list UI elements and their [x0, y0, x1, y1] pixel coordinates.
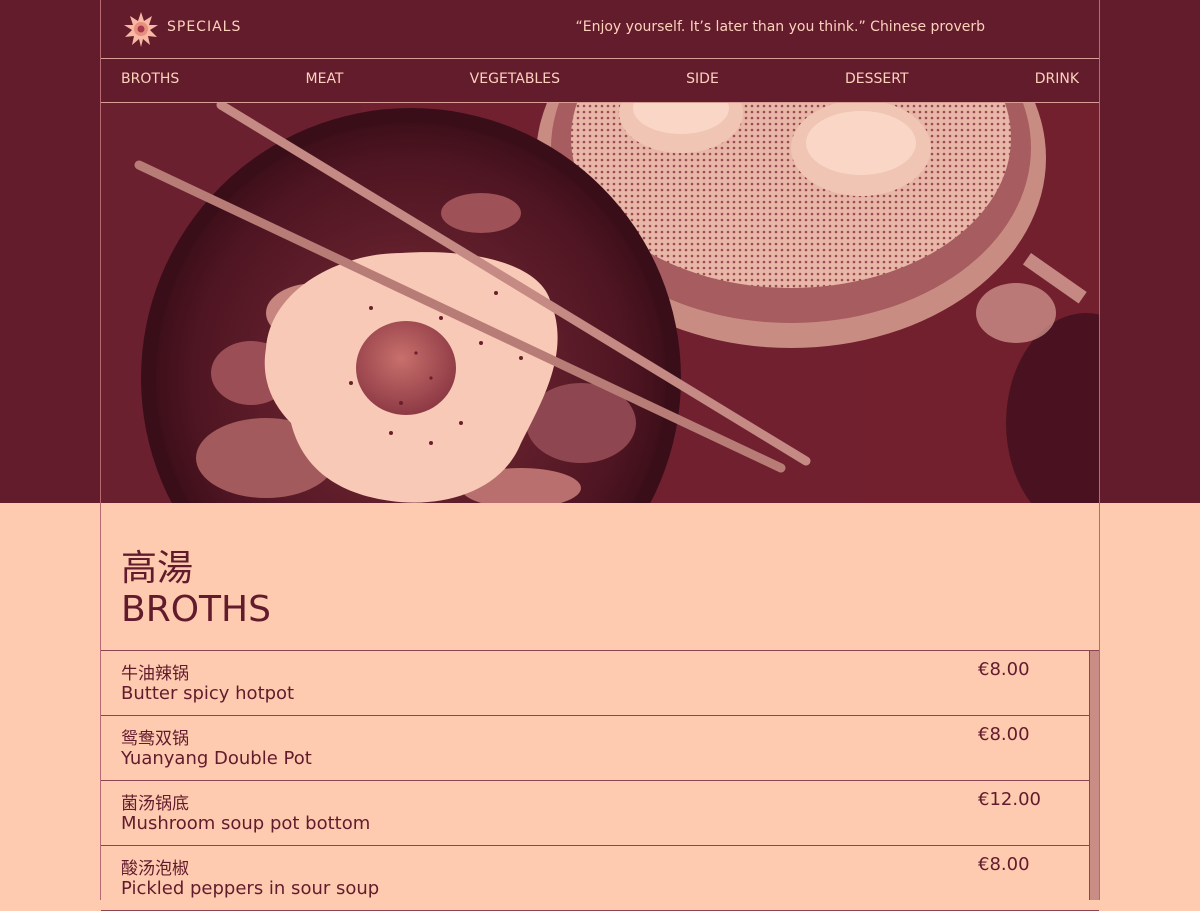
nav-item-broths[interactable]: BROTHS [121, 71, 179, 87]
brand-label[interactable]: SPECIALS [167, 19, 241, 35]
item-price: €8.00 [978, 659, 1030, 680]
nav-item-side[interactable]: SIDE [686, 71, 719, 87]
item-price: €8.00 [978, 854, 1030, 875]
lotus-logo-icon[interactable] [123, 11, 159, 47]
item-name-chinese: 牛油辣锅 [121, 664, 189, 684]
section-header: 高湯 BROTHS [101, 503, 1099, 651]
nav-item-dessert[interactable]: DESSERT [845, 71, 909, 87]
item-name-english: Mushroom soup pot bottom [121, 813, 371, 834]
menu-item-row[interactable]: 酸汤泡椒 Pickled peppers in sour soup €8.00 [101, 846, 1099, 911]
page-frame: SPECIALS “Enjoy yourself. It’s later tha… [100, 0, 1100, 911]
list-scrollbar[interactable] [1089, 651, 1099, 900]
item-price: €8.00 [978, 724, 1030, 745]
item-name-chinese: 鸳鸯双锅 [121, 729, 189, 749]
item-name-english: Yuanyang Double Pot [121, 748, 312, 769]
item-name-english: Butter spicy hotpot [121, 683, 295, 704]
header-quote: “Enjoy yourself. It’s later than you thi… [575, 19, 986, 35]
menu-item-row[interactable]: 鸳鸯双锅 Yuanyang Double Pot €8.00 [101, 716, 1099, 781]
menu-item-row[interactable]: 菌汤锅底 Mushroom soup pot bottom €12.00 [101, 781, 1099, 846]
hero-image [101, 103, 1099, 503]
nav-item-vegetables[interactable]: VEGETABLES [470, 71, 560, 87]
item-name-english: Pickled peppers in sour soup [121, 878, 380, 899]
section-title-english: BROTHS [121, 589, 271, 630]
nav-item-meat[interactable]: MEAT [306, 71, 344, 87]
item-name-chinese: 酸汤泡椒 [121, 859, 189, 879]
nav-item-drink[interactable]: DRINK [1035, 71, 1079, 87]
top-header: SPECIALS “Enjoy yourself. It’s later tha… [101, 0, 1099, 59]
item-name-chinese: 菌汤锅底 [121, 794, 189, 814]
food-photo [101, 103, 1099, 503]
category-nav: BROTHS MEAT VEGETABLES SIDE DESSERT DRIN… [101, 59, 1099, 103]
item-price: €12.00 [978, 789, 1041, 810]
menu-item-row[interactable]: 牛油辣锅 Butter spicy hotpot €8.00 [101, 651, 1099, 716]
menu-list: 牛油辣锅 Butter spicy hotpot €8.00 鸳鸯双锅 Yuan… [101, 651, 1099, 911]
section-title-chinese: 高湯 [121, 548, 194, 589]
